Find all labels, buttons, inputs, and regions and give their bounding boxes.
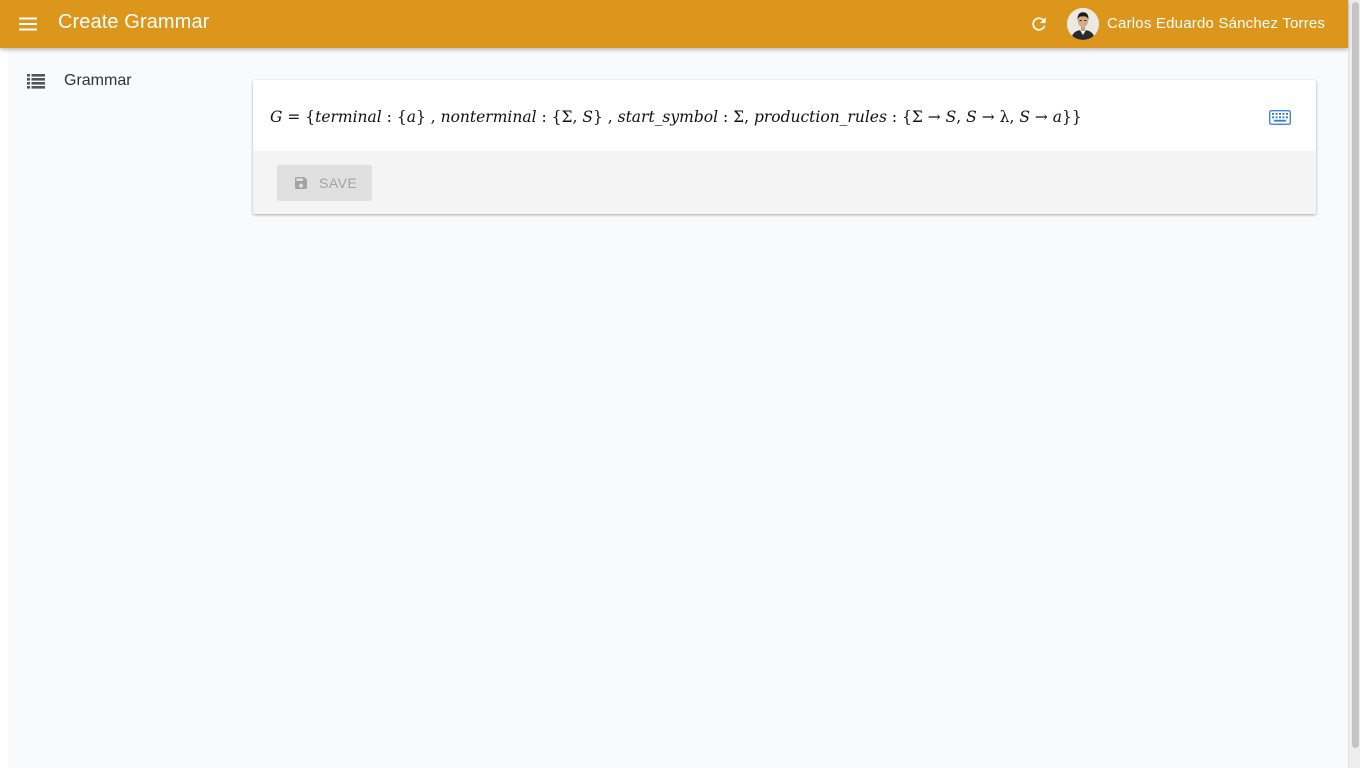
grammar-formula-field[interactable]: G = {terminal : {a} , nonterminal : {Σ, … — [270, 104, 1082, 130]
save-icon — [295, 177, 307, 189]
formula-token: : {Σ → — [886, 108, 946, 126]
formula-token: → — [1029, 108, 1053, 126]
formula-token: } , — [592, 108, 618, 126]
user-name[interactable]: Carlos Eduardo Sánchez Torres — [1107, 15, 1325, 32]
formula-token: : Σ, — [718, 108, 754, 126]
formula-token: S — [1019, 108, 1030, 126]
left-gutter — [0, 48, 8, 768]
save-button-label: SAVE — [319, 175, 358, 191]
formula-token: nonterminal — [440, 108, 537, 126]
formula-token: S — [966, 108, 977, 126]
formula-token: production_rules — [753, 108, 887, 126]
formula-token: → λ, — [976, 108, 1020, 126]
formula-token: : {Σ, — [536, 108, 583, 126]
menu-icon — [19, 17, 37, 31]
formula-token: G — [270, 108, 283, 126]
scrollbar-thumb[interactable] — [1352, 2, 1359, 748]
page-title: Create Grammar — [58, 11, 210, 33]
vertical-scrollbar[interactable] — [1348, 0, 1360, 768]
formula-token: = { — [282, 108, 316, 126]
refresh-button[interactable] — [1026, 10, 1052, 38]
formula-token: : { — [381, 108, 407, 126]
user-avatar-icon — [1067, 8, 1099, 40]
formula-token: }} — [1062, 108, 1082, 126]
menu-button[interactable] — [14, 10, 42, 38]
save-button[interactable]: SAVE — [277, 165, 372, 201]
main-content: Grammar G = {terminal : {a} , nontermina… — [8, 48, 1348, 768]
virtual-keyboard-button[interactable] — [1268, 108, 1292, 126]
formula-token: S — [582, 108, 593, 126]
formula-token: a — [406, 108, 416, 126]
formula-token: } , — [415, 108, 441, 126]
grammar-card: G = {terminal : {a} , nonterminal : {Σ, … — [253, 80, 1316, 214]
formula-token: S — [945, 108, 957, 126]
app-bar: Create Grammar Carlos Eduardo Sánchez To… — [0, 0, 1348, 48]
formula-token: a — [1052, 108, 1063, 126]
formula-token: terminal — [315, 108, 382, 126]
list-icon — [24, 68, 48, 94]
formula-token: , — [956, 108, 967, 126]
sidebar-item-label: Grammar — [64, 72, 132, 89]
keyboard-icon — [1269, 109, 1291, 125]
formula-token: start_symbol — [617, 108, 719, 126]
avatar[interactable] — [1067, 8, 1099, 40]
sidebar-item-grammar[interactable]: Grammar — [24, 68, 224, 94]
refresh-icon — [1032, 17, 1046, 31]
card-actions: SAVE — [253, 151, 1316, 214]
